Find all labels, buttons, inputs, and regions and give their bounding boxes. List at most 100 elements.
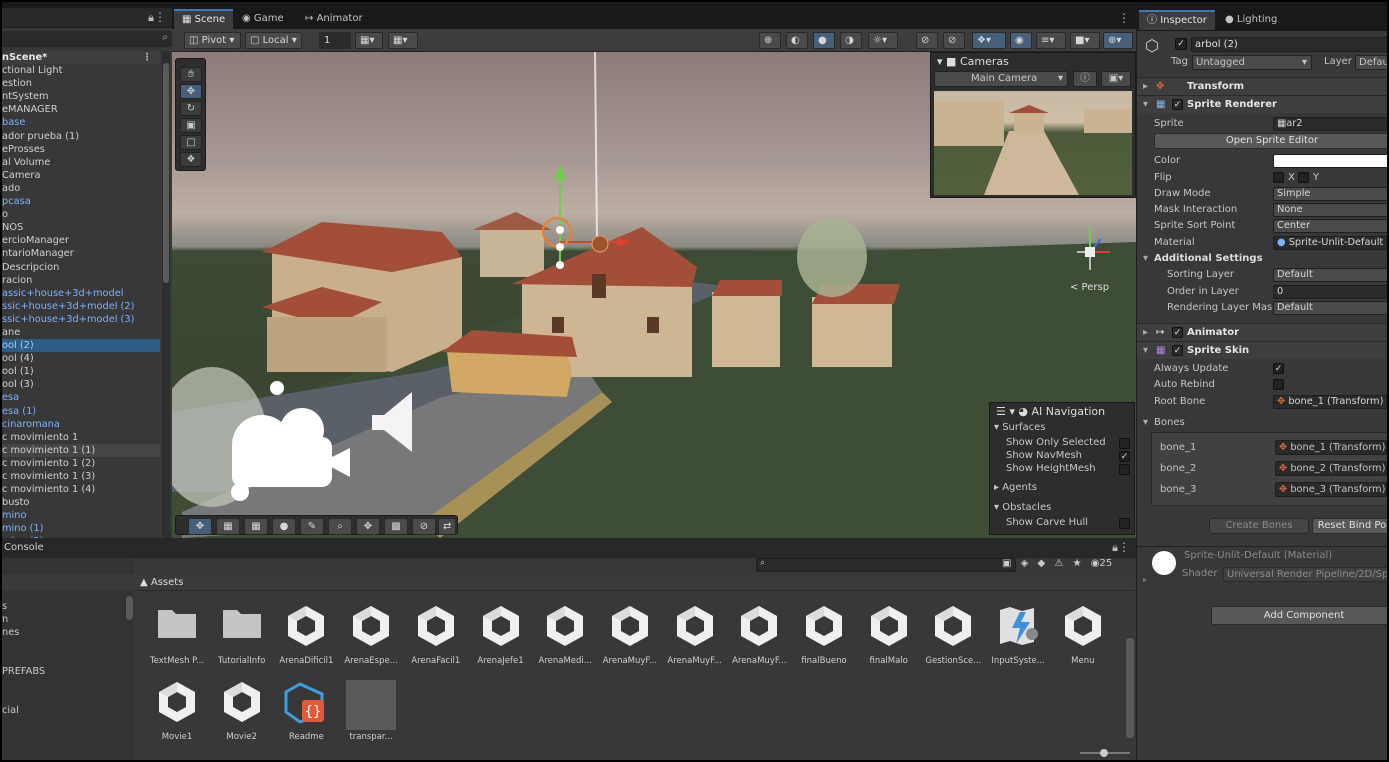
asset-item[interactable]: transpar... [340, 680, 402, 746]
gameobject-active-checkbox[interactable]: ✓ [1175, 38, 1187, 50]
tilemap-button[interactable]: ▦ [216, 518, 240, 535]
hierarchy-item[interactable]: c movimiento 1 (1) [0, 443, 160, 457]
sort-point-dropdown[interactable]: Center [1273, 219, 1389, 233]
hierarchy-scrollbar[interactable] [162, 51, 170, 538]
hierarchy-item[interactable]: c movimiento 1 [0, 431, 160, 444]
unlit-button[interactable]: ◑ [840, 32, 862, 49]
gizmo-center[interactable] [1085, 247, 1095, 257]
asset-item[interactable]: ArenaDificil1 [275, 604, 337, 670]
hierarchy-item[interactable]: mino (1) [0, 522, 160, 535]
asset-item[interactable]: TextMesh P... [146, 604, 208, 670]
hierarchy-item[interactable]: mino [0, 509, 160, 522]
create-bones-button[interactable]: Create Bones [1209, 518, 1309, 534]
hierarchy-item[interactable]: pcasa [0, 195, 160, 208]
asset-item[interactable]: ArenaFacil1 [405, 604, 467, 670]
asset-item[interactable]: GestionSce... [922, 604, 984, 670]
asset-item[interactable]: Movie2 [211, 680, 273, 746]
additional-settings-foldout[interactable]: ▾ Additional Settings [1137, 251, 1389, 267]
asset-item[interactable]: Movie1 [146, 680, 208, 746]
asset-item[interactable]: TutorialInfo [211, 604, 273, 670]
shuffle-button[interactable]: ⇄ [438, 518, 456, 535]
snap-increment-input[interactable]: 1 [319, 32, 351, 49]
hierarchy-item[interactable]: Descripcion [0, 261, 160, 274]
reset-bind-pose-button[interactable]: Reset Bind Po [1312, 518, 1389, 534]
add-component-button[interactable]: Add Component [1211, 606, 1389, 625]
wireframe-button[interactable]: ◐ [786, 32, 808, 49]
hierarchy-item[interactable]: ctional Light [0, 64, 160, 77]
hierarchy-menu-icon[interactable]: ⋮ [154, 10, 166, 24]
zoom-button[interactable]: ⌕ [328, 518, 352, 535]
hierarchy-item[interactable]: eProsses [0, 143, 160, 156]
asset-item[interactable]: ArenaMuyF... [728, 604, 790, 670]
asset-grid-scrollbar[interactable] [1126, 638, 1134, 738]
show-navmesh-checkbox[interactable]: ✓ [1119, 451, 1130, 462]
folder-tree-scrollbar[interactable] [126, 596, 133, 620]
snap-settings-button[interactable]: ▦▾ [355, 32, 383, 49]
warning-icon[interactable]: ⚠ [1054, 558, 1063, 569]
asset-item[interactable]: ArenaMuyF... [664, 604, 726, 670]
hand-tool[interactable]: ✋︎ [180, 67, 202, 82]
orientation-gizmo[interactable] [1065, 215, 1125, 275]
bone-joint[interactable] [556, 243, 564, 251]
fill-button[interactable]: ▩ [384, 518, 408, 535]
hierarchy-item[interactable]: ado [0, 182, 160, 195]
hierarchy-search-input[interactable]: ⌕ [0, 31, 172, 47]
tab-game[interactable]: ◉ Game [234, 9, 292, 29]
hierarchy-item[interactable]: al Volume [0, 156, 160, 169]
layer-dropdown[interactable]: Default [1355, 55, 1389, 70]
sprite-field[interactable]: ▦ar2 [1273, 117, 1389, 131]
filter-icon[interactable]: ◈ [1021, 558, 1029, 569]
asset-item[interactable]: ArenaMuyF... [599, 604, 661, 670]
bone-transform-field[interactable]: ✥ bone_2 (Transform) [1275, 461, 1387, 476]
tag-dropdown[interactable]: Untagged ▾ [1192, 55, 1312, 70]
hierarchy-item[interactable]: esa [0, 391, 160, 404]
hierarchy-item[interactable]: base [0, 116, 160, 129]
bone-transform-field[interactable]: ✥ bone_3 (Transform) [1275, 482, 1387, 497]
visibility-toggle[interactable]: ◉ [1010, 32, 1032, 49]
search-filter-icon[interactable]: ⌕ [162, 32, 168, 43]
shader-dropdown[interactable]: Universal Render Pipeline/2D/Spr [1223, 567, 1389, 582]
animator-component-header[interactable]: ▸ ↦ ✓ Animator [1137, 323, 1389, 341]
root-bone-field[interactable]: ✥ bone_1 (Transform) [1273, 395, 1389, 409]
bone-transform-field[interactable]: ✥ bone_1 (Transform) [1275, 440, 1387, 455]
sprite-skin-header[interactable]: ▾ ▦ ✓ Sprite Skin [1137, 341, 1389, 359]
color-swatch[interactable] [1273, 154, 1389, 168]
obstacles-foldout[interactable]: ▾ Obstacles [994, 502, 1051, 513]
asset-item[interactable]: finalBueno [793, 604, 855, 670]
layers-dropdown[interactable]: ≡▾ [1036, 32, 1066, 49]
star-icon[interactable]: ★ [1073, 558, 1082, 569]
mask-interaction-dropdown[interactable]: None [1273, 203, 1389, 217]
hierarchy-item[interactable]: Camera [0, 169, 160, 182]
pivot-dropdown[interactable]: ◫ Pivot ▾ [184, 32, 241, 49]
open-sprite-editor-button[interactable]: Open Sprite Editor [1154, 133, 1389, 149]
move-tool[interactable]: ✥ [180, 84, 202, 99]
move-tool-overlay[interactable]: ✥ [188, 518, 212, 535]
hierarchy-item[interactable]: racion [0, 274, 160, 287]
hierarchy-item[interactable]: ercioManager [0, 234, 160, 247]
asset-item[interactable]: Menu [1052, 604, 1114, 670]
tab-animator[interactable]: ↦ Animator [297, 9, 371, 29]
tab-lighting[interactable]: ● Lighting [1217, 10, 1285, 30]
scene-viewport[interactable]: ✋︎ ✥ ↻ ▣ □ ❖ ▾ ■ Cameras Main Camera ▾ ⓘ… [172, 52, 1136, 538]
hierarchy-item[interactable]: ssic+house+3d+model (3) [0, 313, 160, 326]
material-field[interactable]: ● Sprite-Unlit-Default [1273, 236, 1389, 250]
brush-button[interactable]: ✎ [300, 518, 324, 535]
hierarchy-item[interactable]: estion [0, 77, 160, 90]
folder-item[interactable]: n [2, 614, 8, 625]
gizmos-dropdown[interactable]: ⊕▾ [1103, 32, 1133, 49]
tab-inspector[interactable]: ⓘ Inspector [1139, 10, 1215, 30]
transform-tool[interactable]: ❖ [180, 152, 202, 167]
scene-menu-icon[interactable]: ⋮ [142, 51, 152, 64]
toggle-2d-button[interactable]: ⊘ [916, 32, 938, 49]
hierarchy-item[interactable]: ador prueba (1) [0, 130, 160, 143]
sprite-renderer-enabled-checkbox[interactable]: ✓ [1172, 99, 1183, 110]
show-only-selected-checkbox[interactable] [1119, 438, 1130, 449]
asset-search-input[interactable]: ⌕ [756, 558, 1016, 572]
show-heightmesh-checkbox[interactable] [1119, 464, 1130, 475]
auto-rebind-checkbox[interactable] [1273, 379, 1284, 390]
local-dropdown[interactable]: ▢ Local ▾ [245, 32, 302, 49]
tab-console[interactable]: Console [4, 542, 44, 553]
hierarchy-item[interactable]: eMANAGER [0, 103, 160, 116]
asset-item[interactable]: {} Readme [275, 680, 337, 746]
hierarchy-item[interactable]: o [0, 208, 160, 221]
